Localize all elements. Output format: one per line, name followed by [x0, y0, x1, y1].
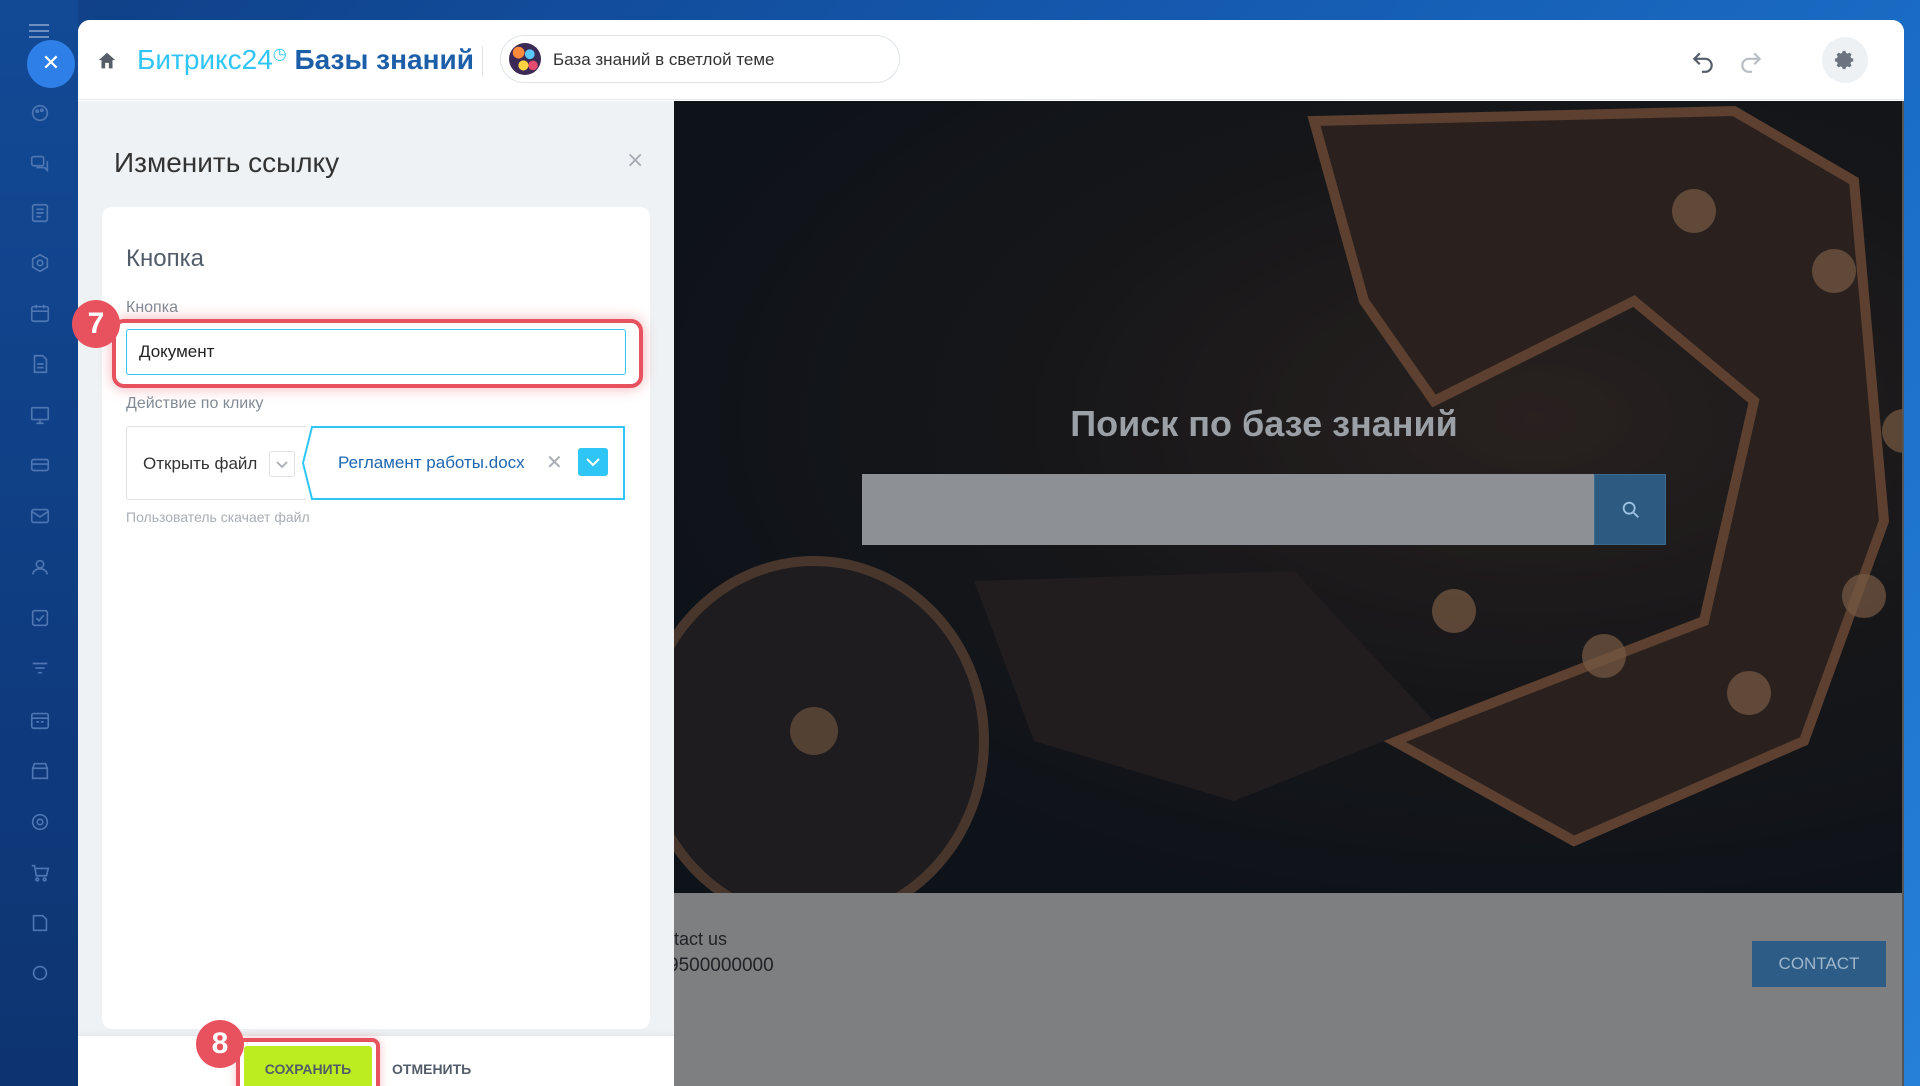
undo-icon[interactable]	[1690, 48, 1716, 74]
clock-icon: ◷	[272, 46, 287, 63]
chevron-down-icon	[586, 458, 600, 467]
divider	[482, 46, 483, 76]
action-type-select[interactable]: Открыть файл	[126, 426, 306, 500]
schedule-icon[interactable]	[27, 709, 53, 735]
redo-icon[interactable]	[1738, 48, 1764, 74]
contacts-icon[interactable]	[27, 556, 53, 582]
contact-button[interactable]: CONTACT	[1752, 941, 1886, 987]
settings-button[interactable]	[1822, 37, 1868, 83]
step-badge-8: 8	[196, 1020, 244, 1068]
action-file-select[interactable]: Регламент работы.docx ✕	[302, 426, 626, 500]
menu-icon[interactable]	[29, 24, 49, 38]
close-slider-button[interactable]: ✕	[27, 40, 75, 88]
button-text-input[interactable]: Документ	[126, 329, 626, 375]
knowledge-base-editor-panel: Битрикс24◷ Базы знаний База знаний в све…	[78, 20, 1904, 1086]
click-action-label: Действие по клику	[126, 395, 264, 412]
form-title: Изменить ссылку	[114, 147, 340, 178]
hero-block: Поиск по базе знаний	[674, 101, 1904, 893]
settings-icon[interactable]	[27, 962, 53, 988]
cart-icon[interactable]	[27, 862, 53, 888]
mail-icon[interactable]	[27, 505, 53, 531]
preview-scrollbar[interactable]	[1902, 101, 1904, 1086]
chevron-down-icon[interactable]	[269, 451, 295, 477]
button-text-label: Кнопка	[126, 299, 178, 316]
app-brand[interactable]: Битрикс24◷ Базы знаний	[137, 44, 474, 76]
form-footer: СОХРАНИТЬ ОТМЕНИТЬ	[78, 1035, 674, 1086]
action-type-value: Открыть файл	[143, 454, 258, 473]
palette-icon[interactable]	[27, 102, 53, 128]
hexagon-icon[interactable]	[27, 252, 53, 278]
search-icon	[1622, 501, 1639, 518]
tasks-icon[interactable]	[27, 607, 53, 633]
gear-icon	[1834, 50, 1854, 70]
card-title: Кнопка	[126, 245, 204, 272]
contact-phone: 9500000000	[674, 955, 774, 976]
target-icon[interactable]	[27, 811, 53, 837]
contact-label: ntact us	[674, 929, 728, 949]
presentation-icon[interactable]	[27, 404, 53, 430]
file-dropdown-button[interactable]	[578, 448, 608, 476]
card-icon[interactable]	[27, 454, 53, 480]
site-avatar	[509, 43, 541, 75]
editor-topbar: Битрикс24◷ Базы знаний База знаний в све…	[78, 20, 1904, 100]
action-hint: Пользователь скачает файл	[126, 509, 310, 525]
site-name: База знаний в светлой теме	[553, 50, 775, 69]
search-input[interactable]	[862, 474, 1597, 545]
home-icon[interactable]	[96, 50, 118, 72]
brand-product: Битрикс24	[137, 44, 273, 75]
edit-link-form: Изменить ссылку × Кнопка Кнопка Документ…	[78, 101, 674, 1086]
selected-file-name[interactable]: Регламент работы.docx	[338, 453, 525, 473]
report-icon[interactable]	[27, 912, 53, 938]
cancel-button[interactable]: ОТМЕНИТЬ	[392, 1046, 471, 1086]
brand-section: Базы знаний	[294, 44, 474, 75]
hero-title: Поиск по базе знаний	[1070, 403, 1458, 444]
step-badge-7: 7	[72, 300, 120, 348]
store-icon[interactable]	[27, 760, 53, 786]
chat-icon[interactable]	[27, 152, 53, 178]
calendar-icon[interactable]	[27, 302, 53, 328]
page-preview: Поиск по базе знаний ntact us 9500000000…	[674, 101, 1904, 1086]
contacts-block: ntact us 9500000000 CONTACT	[674, 893, 1904, 1086]
search-button[interactable]	[1594, 474, 1666, 545]
close-form-button[interactable]: ×	[626, 150, 646, 172]
remove-file-icon[interactable]: ✕	[546, 451, 564, 473]
filter-icon[interactable]	[27, 658, 53, 684]
button-settings-card: Кнопка Кнопка Документ Действие по клику…	[102, 207, 650, 1029]
save-button[interactable]: СОХРАНИТЬ	[244, 1046, 372, 1086]
portal-sidebar: ✕	[0, 0, 78, 1086]
site-selector[interactable]: База знаний в светлой теме	[500, 35, 900, 83]
feed-icon[interactable]	[27, 202, 53, 228]
document-icon[interactable]	[27, 353, 53, 379]
